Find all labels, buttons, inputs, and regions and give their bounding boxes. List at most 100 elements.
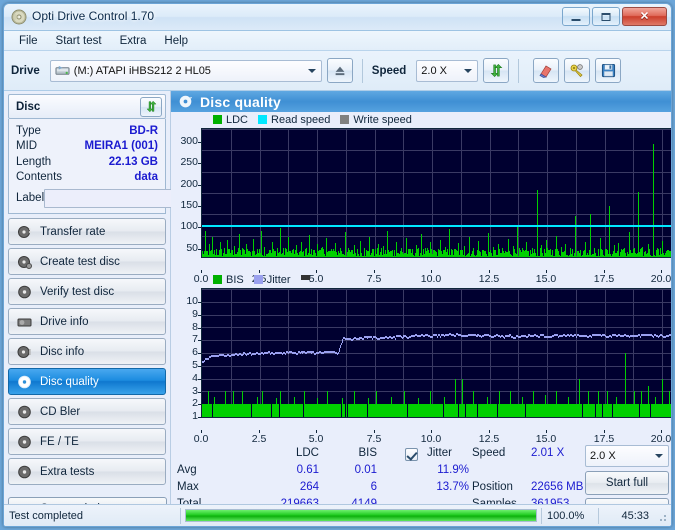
disc-type-label: Type	[16, 124, 41, 137]
erase-button[interactable]	[533, 58, 560, 83]
y-axis-tick-label: 3	[192, 385, 198, 397]
status-message: Test completed	[9, 509, 83, 522]
x-axis-tick-label: 20.0	[650, 433, 672, 445]
status-bar: Test completed 100.0% 45:33	[4, 504, 671, 526]
stats-col-bis: BIS	[358, 447, 377, 459]
y-axis-tick-label: 50	[186, 242, 198, 254]
y-axis-tick	[198, 302, 201, 303]
window-controls: ✕	[562, 7, 667, 26]
legend-label-jitter: Jitter	[266, 273, 291, 286]
menu-bar: File Start test Extra Help	[4, 31, 671, 51]
refresh-icon	[145, 100, 157, 113]
sidebar-item-disc-info[interactable]: Disc info	[8, 338, 166, 365]
legend-label-ldc: LDC	[226, 113, 249, 126]
y-axis-tick	[198, 353, 201, 354]
x-axis-tick-label: 5.0	[308, 433, 324, 445]
test-speed-select[interactable]: 2.0 X	[585, 445, 669, 467]
disc-type-value: BD-R	[129, 124, 158, 137]
disc-extra-icon	[18, 465, 31, 478]
sidebar: Disc Type BD-R MID MEIRA1 (001) Length 2…	[4, 91, 248, 525]
y-axis-tick-label: 8	[192, 321, 198, 333]
drive-select[interactable]: (M:) ATAPI iHBS212 2 HL05	[49, 59, 322, 82]
sidebar-item-fe-te[interactable]: FE / TE	[8, 428, 166, 455]
ldc-axes: 501001502002503001 X2 X3 X4 X5 X6 X7 X8 …	[171, 126, 671, 285]
disc-label-row: Label	[16, 188, 248, 208]
disc-info-panel: Type BD-R MID MEIRA1 (001) Length 22.13 …	[8, 119, 248, 214]
y-axis-tick	[198, 206, 201, 207]
x-axis-tick	[316, 430, 317, 433]
y-axis-tick	[198, 328, 201, 329]
speed-select[interactable]: 2.0 X	[416, 59, 479, 82]
x-axis-tick	[546, 430, 547, 433]
legend-swatch-write-speed	[340, 115, 350, 124]
x-axis-tick	[604, 430, 605, 433]
y-axis-tick	[198, 417, 201, 418]
sidebar-item-transfer-rate[interactable]: Transfer rate	[8, 218, 166, 245]
chevron-down-icon	[655, 454, 663, 458]
tools-button[interactable]	[564, 58, 591, 83]
legend-swatch-extra	[300, 274, 310, 280]
resize-grip[interactable]	[656, 511, 668, 523]
sidebar-item-cd-bler[interactable]: CD Bler	[8, 398, 166, 425]
bis-axes: 123456789104%8%12%16%20%0.02.55.07.510.0…	[171, 286, 671, 445]
main-panel: Disc quality LDC Read speed Write speed …	[171, 91, 671, 525]
page-title: Disc quality	[200, 93, 281, 110]
menu-start-test[interactable]: Start test	[47, 33, 111, 49]
eject-button[interactable]	[326, 58, 353, 83]
menu-extra[interactable]: Extra	[111, 33, 156, 49]
disc-label-label: Label	[16, 192, 45, 204]
bis-chart-legend: BIS Jitter	[171, 272, 671, 286]
toolbar-divider-2	[518, 58, 520, 83]
disc-fete-icon	[18, 435, 31, 448]
disc-icon	[11, 9, 27, 25]
disc-mid-value: MEIRA1 (001)	[84, 140, 159, 153]
y-axis-tick	[198, 340, 201, 341]
drive-icon	[17, 318, 32, 326]
save-button[interactable]	[595, 58, 622, 83]
speed-label: Speed	[371, 64, 407, 77]
progress-percent: 100.0%	[547, 509, 585, 522]
disc-refresh-button[interactable]	[140, 96, 162, 117]
eraser-icon	[539, 65, 552, 78]
sidebar-item-drive-info[interactable]: Drive info	[8, 308, 166, 335]
disc-contents-label: Contents	[16, 171, 63, 184]
stats-row-max-label: Max	[177, 481, 199, 493]
legend-label-bis: BIS	[226, 273, 244, 286]
menu-help[interactable]: Help	[155, 33, 197, 49]
title-bar: Opti Drive Control 1.70 ✕	[4, 4, 671, 31]
y-axis-tick-label: 2	[192, 397, 198, 409]
chevron-down-icon	[464, 68, 473, 73]
progress-bar	[185, 509, 537, 522]
disc-bler-icon	[18, 405, 31, 418]
refresh-button[interactable]	[483, 58, 510, 83]
app-window: Opti Drive Control 1.70 ✕ File Start tes…	[3, 3, 672, 527]
sidebar-item-label: CD Bler	[40, 405, 81, 418]
y-axis-tick	[198, 315, 201, 316]
sidebar-item-verify-test-disc[interactable]: Verify test disc	[8, 278, 166, 305]
sidebar-item-disc-quality[interactable]: Disc quality	[8, 368, 166, 395]
x-axis-tick-label: 10.0	[420, 433, 442, 445]
refresh-icon	[490, 64, 503, 77]
start-full-button[interactable]: Start full	[585, 471, 669, 495]
x-axis-tick	[374, 430, 375, 433]
stats-avg-bis: 0.01	[354, 464, 377, 476]
sidebar-item-extra-tests[interactable]: Extra tests	[8, 458, 166, 485]
stats-avg-ldc: 0.61	[296, 464, 319, 476]
minimize-button[interactable]	[562, 7, 590, 26]
menu-file[interactable]: File	[10, 33, 47, 49]
legend-label-write-speed: Write speed	[353, 113, 412, 126]
x-axis-tick	[661, 430, 662, 433]
sidebar-item-create-test-disc[interactable]: Create test disc	[8, 248, 166, 275]
sidebar-item-label: Disc info	[40, 345, 85, 358]
maximize-button[interactable]	[592, 7, 620, 26]
disc-length-label: Length	[16, 155, 52, 168]
jitter-checkbox[interactable]	[405, 448, 418, 461]
y-axis-tick-label: 7	[192, 333, 198, 345]
y-axis-tick	[198, 163, 201, 164]
y-axis-tick-label: 1	[192, 410, 198, 422]
y-axis-tick	[198, 249, 201, 250]
close-button[interactable]: ✕	[622, 7, 667, 26]
drive-label: Drive	[11, 64, 40, 77]
y-axis-tick-label: 10	[186, 295, 198, 307]
stats-avg-jitter: 11.9%	[437, 464, 469, 476]
